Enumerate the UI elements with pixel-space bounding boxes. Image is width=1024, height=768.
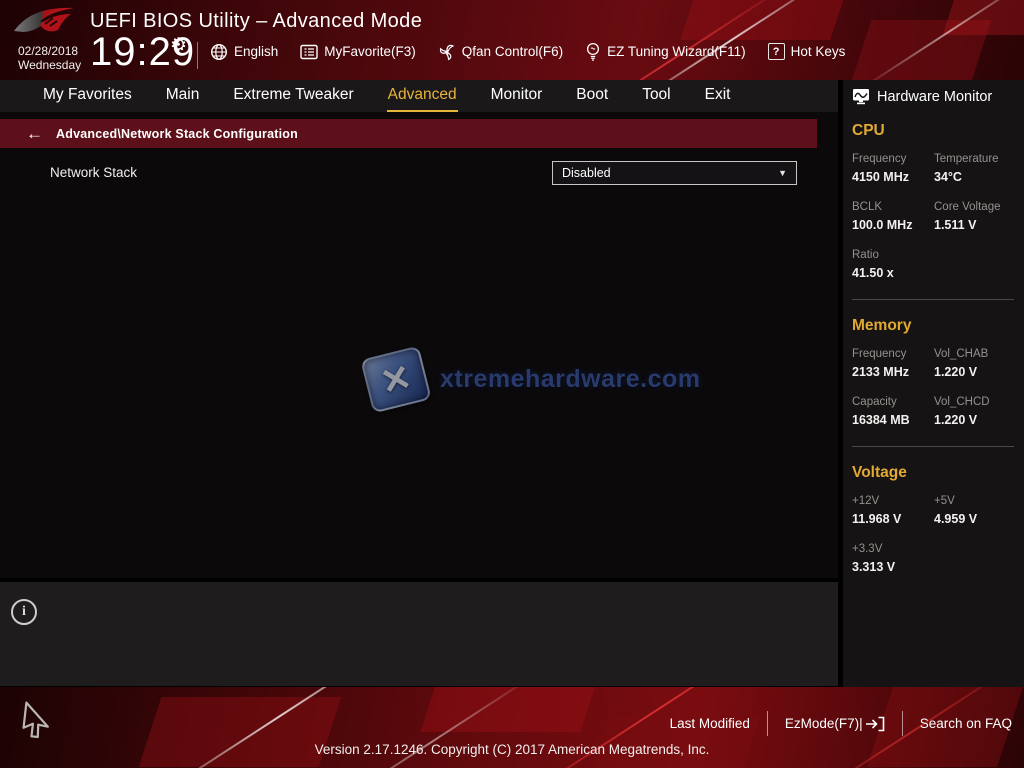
tab-main[interactable]: Main <box>165 80 201 112</box>
globe-icon <box>210 43 228 61</box>
datetime: 02/28/2018 Wednesday <box>18 44 81 73</box>
tab-monitor[interactable]: Monitor <box>490 80 544 112</box>
chevron-down-icon: ▼ <box>778 168 787 178</box>
memory-grid: Frequency2133 MHz Vol_CHAB1.220 V Capaci… <box>852 348 1024 427</box>
memory-heading: Memory <box>852 317 1024 335</box>
footer-separator <box>902 711 903 736</box>
qfan-label: Qfan Control(F6) <box>462 44 563 59</box>
breadcrumb-bar: ← Advanced\Network Stack Configuration <box>0 119 817 148</box>
tab-my-favorites[interactable]: My Favorites <box>42 80 133 112</box>
ez-tuning-wizard-button[interactable]: EZ Tuning Wizard(F11) <box>585 42 746 61</box>
header-divider <box>197 42 198 69</box>
version-text: Version 2.17.1246. Copyright (C) 2017 Am… <box>0 742 1024 757</box>
memory-capacity: Capacity16384 MB <box>852 396 934 427</box>
help-infobar: i <box>0 582 838 686</box>
footer-actions: Last Modified EzMode(F7)| Search on FAQ <box>670 711 1012 736</box>
memory-vol-chab: Vol_CHAB1.220 V <box>934 348 1024 379</box>
main-content: ← Advanced\Network Stack Configuration N… <box>0 112 838 578</box>
voltage-3v3: +3.3V3.313 V <box>852 543 934 574</box>
language-label: English <box>234 44 278 59</box>
question-box-icon: ? <box>768 43 785 60</box>
cpu-core-voltage: Core Voltage1.511 V <box>934 201 1024 232</box>
memory-frequency: Frequency2133 MHz <box>852 348 934 379</box>
mouse-cursor-icon <box>16 695 60 743</box>
exit-to-ezmode-icon <box>865 716 885 732</box>
cpu-ratio: Ratio41.50 x <box>852 249 934 280</box>
cpu-bclk: BCLK100.0 MHz <box>852 201 934 232</box>
cpu-grid: Frequency4150 MHz Temperature34°C BCLK10… <box>852 153 1024 280</box>
tab-extreme-tweaker[interactable]: Extreme Tweaker <box>232 80 354 112</box>
voltage-12v: +12V11.968 V <box>852 495 934 526</box>
tab-tool[interactable]: Tool <box>641 80 671 112</box>
header-decor-cube <box>943 0 1024 35</box>
network-stack-dropdown[interactable]: Disabled ▼ <box>552 161 797 185</box>
header-decor-cube <box>680 0 849 40</box>
rog-logo-icon <box>12 2 76 40</box>
voltage-heading: Voltage <box>852 464 1024 482</box>
favorites-list-icon <box>300 44 318 60</box>
monitor-icon <box>852 88 870 105</box>
footer-separator <box>767 711 768 736</box>
voltage-5v: +5V4.959 V <box>934 495 1024 526</box>
watermark: ✕ xtremehardware.com <box>366 352 701 407</box>
hot-keys-label: Hot Keys <box>791 44 846 59</box>
tab-boot[interactable]: Boot <box>575 80 609 112</box>
breadcrumb: Advanced\Network Stack Configuration <box>56 127 298 141</box>
hardware-monitor-panel: Hardware Monitor CPU Frequency4150 MHz T… <box>843 80 1024 687</box>
hardware-monitor-title: Hardware Monitor <box>843 80 1024 105</box>
back-arrow-icon[interactable]: ← <box>26 125 43 142</box>
quick-access-bar: English MyFavorite(F3) Qfan Control(F6) … <box>210 42 845 61</box>
network-stack-label: Network Stack <box>50 161 137 185</box>
footer-decor-cube <box>420 687 599 732</box>
lightbulb-icon <box>585 42 601 61</box>
hot-keys-button[interactable]: ? Hot Keys <box>768 43 846 60</box>
date-text: 02/28/2018 <box>18 44 81 58</box>
cpu-heading: CPU <box>852 122 1024 140</box>
watermark-x-icon: ✕ <box>376 355 415 403</box>
myfavorite-button[interactable]: MyFavorite(F3) <box>300 44 416 60</box>
sidebar-divider <box>852 299 1014 300</box>
language-button[interactable]: English <box>210 43 278 61</box>
day-text: Wednesday <box>18 58 81 72</box>
search-on-faq-button[interactable]: Search on FAQ <box>920 716 1012 731</box>
bios-screen: UEFI BIOS Utility – Advanced Mode 02/28/… <box>0 0 1024 768</box>
brand: UEFI BIOS Utility – Advanced Mode <box>12 2 422 40</box>
ezmode-label: EzMode(F7)| <box>785 716 863 731</box>
footer: Last Modified EzMode(F7)| Search on FAQ … <box>0 687 1024 768</box>
sidebar-divider <box>852 446 1014 447</box>
network-stack-row: Network Stack Disabled ▼ <box>0 161 838 185</box>
memory-vol-chcd: Vol_CHCD1.220 V <box>934 396 1024 427</box>
header: UEFI BIOS Utility – Advanced Mode 02/28/… <box>0 0 1024 80</box>
myfavorite-label: MyFavorite(F3) <box>324 44 416 59</box>
info-icon: i <box>11 599 37 625</box>
cpu-temperature: Temperature34°C <box>934 153 1024 184</box>
watermark-text: xtremehardware.com <box>440 365 701 394</box>
network-stack-value: Disabled <box>562 166 611 180</box>
last-modified-button[interactable]: Last Modified <box>670 716 750 731</box>
fan-icon <box>438 43 456 61</box>
qfan-control-button[interactable]: Qfan Control(F6) <box>438 43 563 61</box>
nav-tabbar: My Favorites Main Extreme Tweaker Advanc… <box>0 80 838 112</box>
ezmode-button[interactable]: EzMode(F7)| <box>785 716 885 732</box>
tab-advanced[interactable]: Advanced <box>387 80 458 112</box>
hardware-monitor-label: Hardware Monitor <box>877 89 992 105</box>
voltage-grid: +12V11.968 V +5V4.959 V +3.3V3.313 V <box>852 495 1024 574</box>
cpu-frequency: Frequency4150 MHz <box>852 153 934 184</box>
watermark-logo-icon: ✕ <box>360 346 432 414</box>
tab-exit[interactable]: Exit <box>704 80 732 112</box>
clock-settings-gear-icon[interactable]: ⚙ <box>170 34 187 57</box>
ez-tuning-label: EZ Tuning Wizard(F11) <box>607 44 746 59</box>
